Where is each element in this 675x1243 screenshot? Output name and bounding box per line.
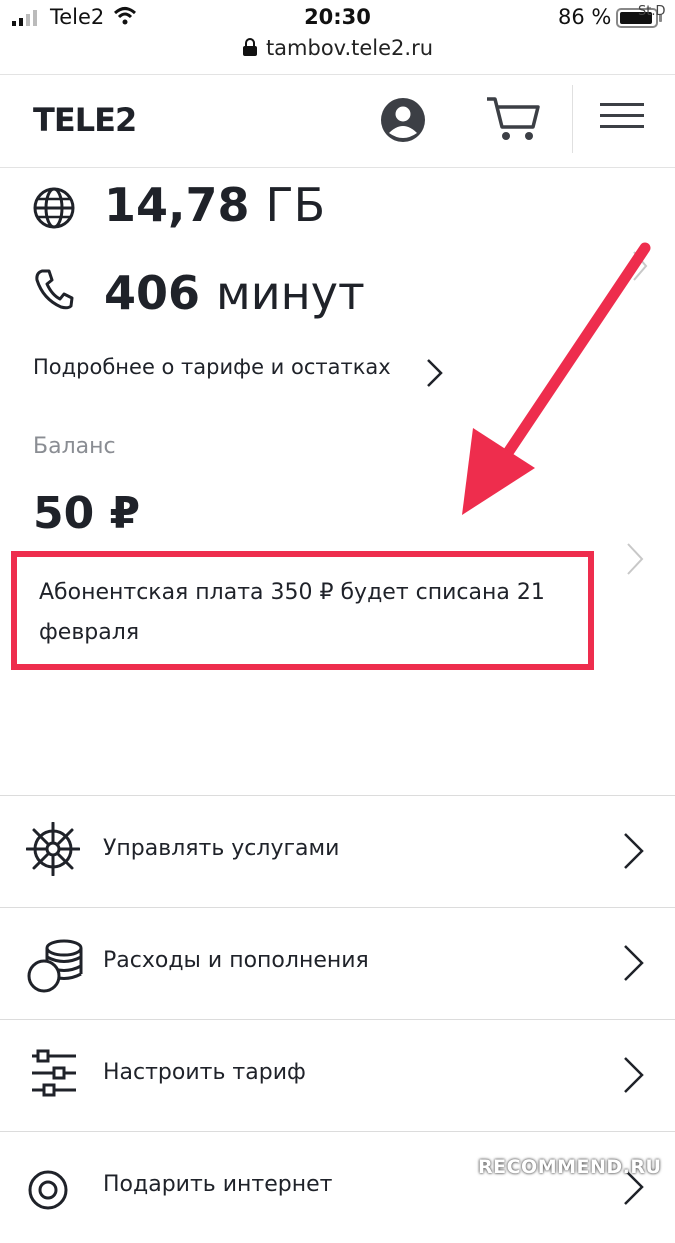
menu-item-expenses[interactable]: Расходы и пополнения xyxy=(0,907,675,1019)
site-header: TELE2 xyxy=(0,74,675,168)
menu-item-label: Подарить интернет xyxy=(103,1172,333,1197)
url-text: tambov.tele2.ru xyxy=(265,36,434,60)
menu-item-label: Расходы и пополнения xyxy=(103,948,369,973)
watermark-recommend: RECOMMEND.RU xyxy=(478,1156,662,1178)
phone-icon xyxy=(35,269,74,310)
cart-icon[interactable] xyxy=(485,95,541,143)
sliders-icon xyxy=(32,1049,76,1097)
status-bar: Tele2 20:30 86 % St.D xyxy=(0,0,675,36)
balance-value: 50 ₽ xyxy=(33,488,141,539)
helm-icon xyxy=(26,822,80,876)
menu-item-label: Настроить тариф xyxy=(103,1060,306,1085)
coins-icon xyxy=(27,939,83,993)
menu-item-label: Управлять услугами xyxy=(103,836,340,861)
menu-icon[interactable] xyxy=(600,101,644,131)
fee-notice: Абонентская плата 350 ₽ будет списана 21… xyxy=(39,580,545,645)
watermark-author: St.D xyxy=(638,4,666,19)
chevron-right-icon[interactable] xyxy=(626,542,644,576)
chevron-right-icon xyxy=(624,945,644,981)
chevron-right-icon xyxy=(624,1057,644,1093)
menu-item-configure-tariff[interactable]: Настроить тариф xyxy=(0,1019,675,1131)
profile-icon[interactable] xyxy=(380,97,426,143)
globe-icon xyxy=(33,187,75,229)
header-divider xyxy=(572,85,573,153)
chevron-right-icon xyxy=(624,833,644,869)
battery-percent: 86 % xyxy=(558,5,612,29)
tele2-logo[interactable]: TELE2 xyxy=(33,101,137,139)
minutes-remaining: 406 минут xyxy=(104,266,365,320)
fee-notice-highlight: Абонентская плата 350 ₽ будет списана 21… xyxy=(11,551,594,670)
lock-icon xyxy=(242,38,257,56)
annotation-arrow xyxy=(462,242,651,515)
address-bar[interactable]: tambov.tele2.ru xyxy=(0,36,675,66)
gift-icon xyxy=(28,1170,68,1210)
tariff-details-link[interactable]: Подробнее о тарифе и остатках xyxy=(33,355,391,379)
menu-item-manage-services[interactable]: Управлять услугами xyxy=(0,795,675,907)
balance-label: Баланс xyxy=(33,434,116,459)
data-remaining: 14,78 ГБ xyxy=(104,178,326,232)
menu-item-gift-internet[interactable]: Подарить интернет xyxy=(0,1131,675,1243)
